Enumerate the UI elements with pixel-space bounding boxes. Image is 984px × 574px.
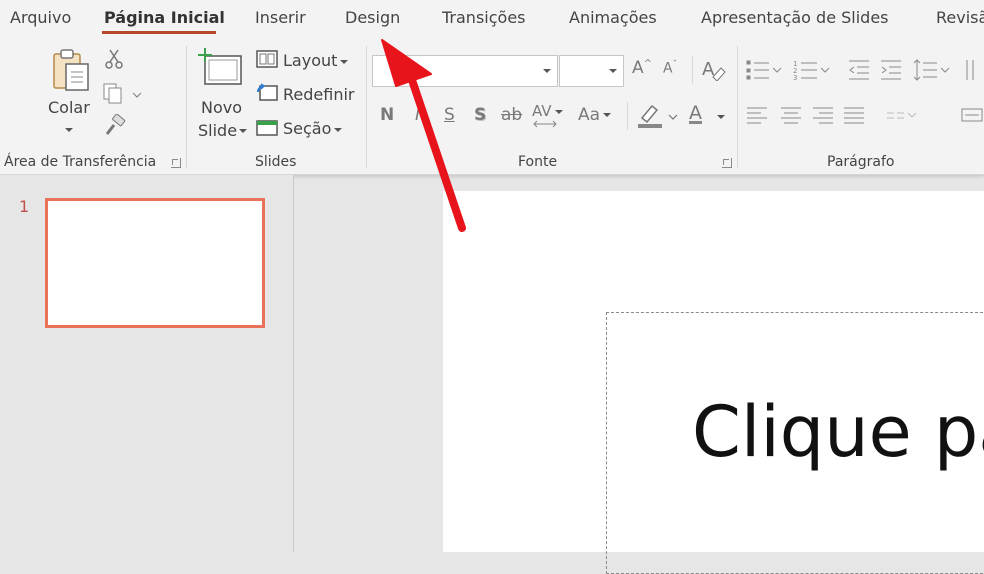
ribbon: Colar Área de Transferência Novo Slide L… xyxy=(0,38,984,175)
new-slide-icon[interactable] xyxy=(197,46,245,88)
font-color-dropdown-icon[interactable] xyxy=(717,115,725,119)
align-center-icon xyxy=(781,107,801,124)
font-name-combobox[interactable] xyxy=(372,55,558,87)
font-launcher-icon[interactable] xyxy=(722,158,732,168)
highlight-icon[interactable] xyxy=(636,102,680,130)
reset-label[interactable]: Redefinir xyxy=(283,85,354,104)
shadow-button[interactable]: S xyxy=(474,105,486,125)
tab-animacoes[interactable]: Animações xyxy=(569,8,657,27)
clear-formatting-icon[interactable]: A xyxy=(701,57,727,81)
new-slide-dropdown-icon[interactable] xyxy=(239,129,247,133)
active-tab-indicator xyxy=(102,31,216,34)
bold-button[interactable]: N xyxy=(380,105,394,125)
tab-revisao[interactable]: Revisã xyxy=(936,8,984,27)
divider xyxy=(186,46,187,168)
paragraph-row-2 xyxy=(747,107,983,124)
char-spacing-label: AV xyxy=(532,102,552,120)
font-name-dropdown-icon[interactable] xyxy=(543,69,551,73)
grow-font-label: A xyxy=(632,58,644,78)
char-spacing-button[interactable]: AV xyxy=(532,102,563,120)
change-case-dropdown-icon xyxy=(603,113,612,117)
tab-pagina-inicial[interactable]: Página Inicial xyxy=(104,8,225,27)
tab-design[interactable]: Design xyxy=(345,8,400,27)
slide-number: 1 xyxy=(19,197,30,216)
reset-icon[interactable] xyxy=(256,83,278,101)
layout-dropdown-icon xyxy=(340,59,349,64)
line-spacing-icon xyxy=(913,59,950,81)
tab-apresentacao[interactable]: Apresentação de Slides xyxy=(701,8,889,27)
title-placeholder-text: Clique pa xyxy=(692,391,984,473)
shrink-font-label: A xyxy=(663,60,673,77)
italic-button[interactable]: I xyxy=(415,105,420,125)
paragraph-group-label: Parágrafo xyxy=(827,154,895,170)
paragraph-row-1: 1 2 3 xyxy=(746,59,974,82)
grow-font-button[interactable]: A^ xyxy=(632,58,652,78)
increase-indent-icon xyxy=(881,60,901,80)
svg-text:3: 3 xyxy=(793,74,797,82)
bullets-icon xyxy=(746,60,782,80)
ribbon-tabs: Arquivo Página Inicial Inserir Design Tr… xyxy=(0,0,984,38)
shrink-font-button[interactable]: Aˇ xyxy=(663,60,677,77)
tab-inserir[interactable]: Inserir xyxy=(255,8,306,27)
slides-group-label: Slides xyxy=(255,154,297,170)
section-label: Seção xyxy=(283,119,332,138)
divider xyxy=(737,46,738,168)
align-text-icon xyxy=(961,108,983,122)
divider xyxy=(627,102,628,130)
text-direction-icon xyxy=(966,60,974,80)
justify-icon xyxy=(844,107,864,124)
numbering-icon: 1 2 3 xyxy=(793,60,830,82)
font-size-dropdown-icon[interactable] xyxy=(609,69,617,73)
layout-button[interactable]: Layout xyxy=(283,51,349,70)
new-slide-label-1[interactable]: Novo xyxy=(201,98,242,117)
new-slide-label-2[interactable]: Slide xyxy=(198,121,237,140)
font-size-combobox[interactable] xyxy=(559,55,624,87)
decrease-indent-icon xyxy=(849,60,869,80)
section-icon[interactable] xyxy=(256,118,278,138)
paste-dropdown-icon[interactable] xyxy=(65,128,73,132)
copy-icon[interactable] xyxy=(102,82,142,104)
align-left-icon xyxy=(747,107,767,124)
slide-thumbnail[interactable] xyxy=(45,198,265,328)
layout-icon[interactable] xyxy=(256,50,278,68)
title-placeholder[interactable]: Clique pa xyxy=(606,312,984,574)
section-dropdown-icon xyxy=(334,127,343,132)
spacing-arrows-icon xyxy=(533,120,557,128)
strikethrough-button[interactable]: ab xyxy=(501,105,522,125)
char-spacing-dropdown-icon xyxy=(554,109,563,114)
divider xyxy=(366,46,367,168)
slide-canvas[interactable]: Clique pa xyxy=(443,191,984,574)
change-case-label: Aa xyxy=(578,105,601,125)
cut-icon[interactable] xyxy=(104,48,124,70)
font-group-label: Fonte xyxy=(518,154,558,170)
clipboard-group-label: Área de Transferência xyxy=(4,154,157,170)
paste-icon[interactable] xyxy=(50,48,92,94)
tab-arquivo[interactable]: Arquivo xyxy=(10,8,71,27)
change-case-button[interactable]: Aa xyxy=(578,105,612,125)
divider xyxy=(692,56,693,84)
tab-transicoes[interactable]: Transições xyxy=(442,8,526,27)
clipboard-launcher-icon[interactable] xyxy=(171,158,181,168)
underline-button[interactable]: S xyxy=(444,105,455,125)
columns-icon xyxy=(887,112,917,119)
font-color-button[interactable]: A xyxy=(689,102,702,124)
paste-label[interactable]: Colar xyxy=(48,98,90,117)
layout-label: Layout xyxy=(283,51,338,70)
align-right-icon xyxy=(813,107,833,124)
slide-thumbnail-pane: 1 xyxy=(0,175,294,552)
format-painter-icon[interactable] xyxy=(103,114,127,138)
section-button[interactable]: Seção xyxy=(283,119,343,138)
